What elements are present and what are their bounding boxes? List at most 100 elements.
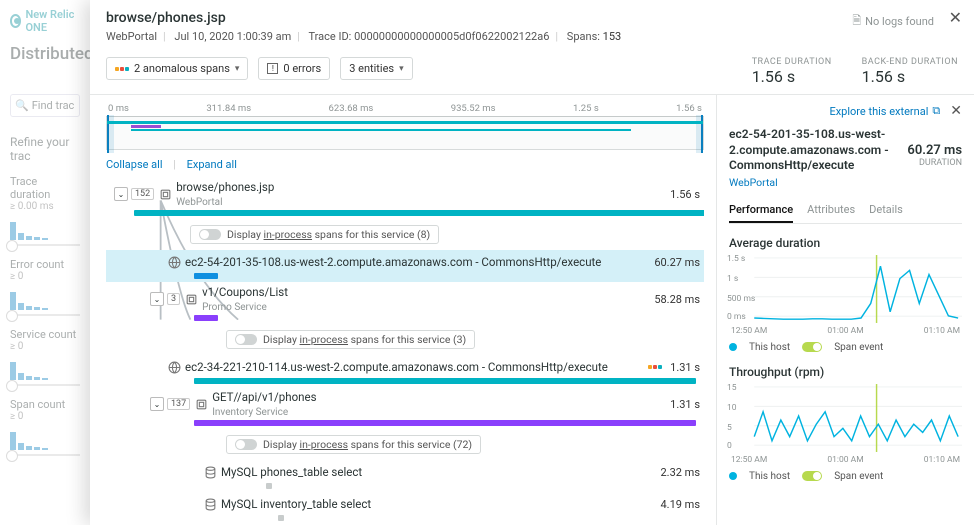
span-row[interactable]: ⌄137 GET//api/v1/phones Inventory Service 1… <box>106 387 704 429</box>
close-icon[interactable]: ✕ <box>949 8 962 27</box>
span-row[interactable]: Display in-process spans for this servic… <box>106 429 704 460</box>
ruler-tick: 0 ms <box>108 103 129 114</box>
span-duration: 2.32 ms <box>661 466 705 479</box>
throughput-heading: Throughput (rpm) <box>729 365 962 379</box>
facet-label: Error count <box>10 258 80 271</box>
backend-duration-summary: BACK-END DURATION 1.56 s <box>862 57 958 86</box>
span-row[interactable]: ⌄3 v1/Coupons/List Promo Service 58.28 ms <box>106 282 704 324</box>
span-row[interactable]: ⌄152 browse/phones.jsp WebPortal 1.56 s <box>106 177 704 219</box>
facet-sparkline <box>10 216 80 240</box>
db-icon <box>203 465 217 479</box>
trace-title: browse/phones.jsp <box>106 10 958 26</box>
span-row[interactable]: Display in-process spans for this servic… <box>106 219 704 250</box>
span-duration: 1.31 s <box>670 361 704 374</box>
error-icon: ! <box>267 63 278 74</box>
explore-external-link[interactable]: Explore this external ⧉ <box>829 104 940 118</box>
span-row[interactable]: ec2-34-221-210-114.us-west-2.compute.ama… <box>106 355 704 387</box>
facet-label: Span count <box>10 398 80 411</box>
page-heading: Distributed <box>10 44 80 64</box>
throughput-chart: 15 10 5 0 <box>729 383 962 453</box>
anomaly-icon <box>648 365 662 369</box>
span-duration: 1.31 s <box>670 398 704 411</box>
legend-dot-icon <box>729 472 737 480</box>
avg-duration-chart: 1.5 s 1 s 500 ms 0 ms <box>729 254 962 324</box>
child-count-badge: 152 <box>131 188 154 200</box>
span-service: Promo Service <box>202 302 267 313</box>
brand-logo: New Relic ONE <box>10 8 80 34</box>
span-event-toggle[interactable] <box>802 342 822 352</box>
child-count-badge: 137 <box>167 398 190 410</box>
span-row[interactable]: MySQL phones_table select 2.32 ms <box>106 460 704 492</box>
entities-button[interactable]: 3 entities▾ <box>340 57 412 80</box>
span-name: MySQL phones_table select <box>221 465 362 479</box>
child-count-badge: 3 <box>167 293 180 305</box>
span-row[interactable]: MySQL inventory_table select 4.19 ms <box>106 492 704 524</box>
span-service: WebPortal <box>176 197 222 208</box>
facet-sub: ≥ 0.00 ms <box>10 201 80 212</box>
minimap[interactable] <box>106 116 704 150</box>
side-close-icon[interactable]: ✕ <box>950 103 962 119</box>
globe-icon <box>167 360 181 374</box>
ruler-tick: 623.68 ms <box>329 103 374 114</box>
tab-details[interactable]: Details <box>869 203 903 223</box>
anomaly-icon <box>115 67 129 71</box>
search-input-stub[interactable]: 🔍 Find trac <box>10 94 80 117</box>
span-row[interactable]: ec2-54-201-35-108.us-west-2.compute.amaz… <box>106 250 704 282</box>
chevron-down-icon: ▾ <box>235 64 240 74</box>
tab-attributes[interactable]: Attributes <box>807 203 855 223</box>
file-icon: 🗎 <box>852 12 861 31</box>
facet-slider[interactable] <box>10 314 80 316</box>
legend-dot-icon <box>729 343 737 351</box>
toggle-icon <box>235 439 257 450</box>
span-tabs: Performance Attributes Details <box>729 203 962 224</box>
span-name: browse/phones.jsp <box>176 180 274 194</box>
span-detail-panel: Explore this external ⧉ ✕ ec2-54-201-35-… <box>716 95 974 525</box>
facet-sparkline <box>10 356 80 380</box>
app-icon <box>158 187 172 201</box>
globe-icon <box>167 255 181 269</box>
span-duration: 4.19 ms <box>661 498 705 511</box>
span-row[interactable]: Display in-process spans for this servic… <box>106 324 704 355</box>
anomalous-spans-button[interactable]: 2 anomalous spans▾ <box>106 57 248 80</box>
facet-sub: ≥ 0 <box>10 271 80 282</box>
facet-slider[interactable] <box>10 384 80 386</box>
span-name: MySQL inventory_table select <box>221 497 371 511</box>
facet-slider[interactable] <box>10 244 80 246</box>
ruler-tick: 311.84 ms <box>206 103 251 114</box>
trace-detail-panel: browse/phones.jsp ✕ 🗎 No logs found WebP… <box>90 0 974 525</box>
toggle-icon <box>199 229 221 240</box>
trace-duration-summary: TRACE DURATION 1.56 s <box>752 57 832 86</box>
inprocess-toggle[interactable]: Display in-process spans for this servic… <box>190 225 439 244</box>
span-service: Inventory Service <box>212 407 288 418</box>
trace-meta: WebPortal| Jul 10, 2020 1:00:39 am| Trac… <box>106 30 958 43</box>
tab-performance[interactable]: Performance <box>729 203 793 223</box>
facets-heading: Refine your trac <box>10 135 80 163</box>
span-name: v1/Coupons/List <box>202 285 288 299</box>
span-event-toggle[interactable] <box>802 471 822 481</box>
app-icon <box>184 292 198 306</box>
expand-toggle[interactable]: ⌄ <box>150 292 164 306</box>
timeline-ruler: 0 ms311.84 ms623.68 ms935.52 ms1.25 s1.5… <box>106 103 704 114</box>
ruler-tick: 1.25 s <box>573 103 599 114</box>
facet-sub: ≥ 0 <box>10 341 80 352</box>
inprocess-toggle[interactable]: Display in-process spans for this servic… <box>226 435 481 454</box>
facet-slider[interactable] <box>10 454 80 456</box>
span-app-link[interactable]: WebPortal <box>729 176 962 189</box>
chevron-down-icon: ▾ <box>399 64 404 74</box>
span-duration: 60.27 ms DURATION <box>907 143 962 168</box>
span-name: ec2-54-201-35-108.us-west-2.compute.amaz… <box>185 255 601 269</box>
span-duration: 1.56 s <box>670 188 704 201</box>
span-name: ec2-34-221-210-114.us-west-2.compute.ama… <box>185 360 608 374</box>
errors-button[interactable]: ! 0 errors <box>258 57 330 80</box>
span-name: GET//api/v1/phones <box>212 390 316 404</box>
facet-label: Trace duration <box>10 175 80 201</box>
facet-sparkline <box>10 286 80 310</box>
avg-duration-heading: Average duration <box>729 236 962 250</box>
expand-toggle[interactable]: ⌄ <box>150 397 164 411</box>
span-duration: 60.27 ms <box>654 256 704 269</box>
ruler-tick: 935.52 ms <box>451 103 496 114</box>
inprocess-toggle[interactable]: Display in-process spans for this servic… <box>226 330 475 349</box>
span-duration: 58.28 ms <box>654 293 704 306</box>
expand-toggle[interactable]: ⌄ <box>114 187 128 201</box>
app-icon <box>194 397 208 411</box>
